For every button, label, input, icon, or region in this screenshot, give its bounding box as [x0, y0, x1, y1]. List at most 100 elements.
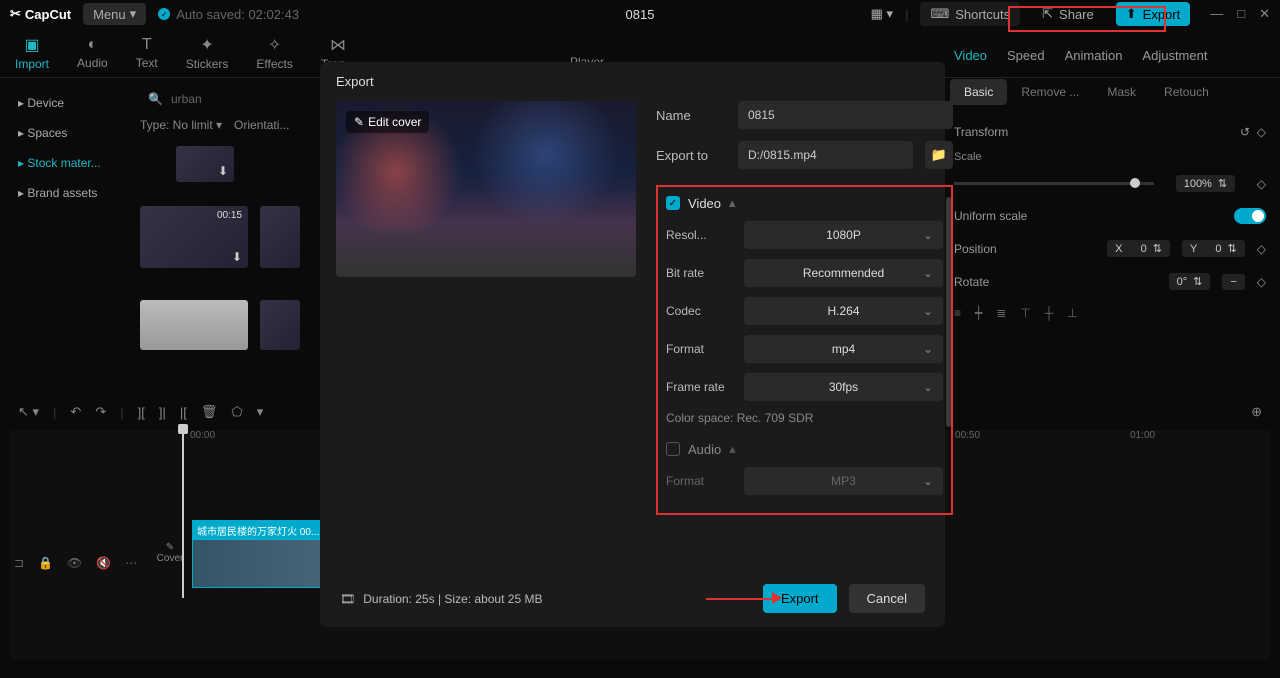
- bitrate-label: Bit rate: [666, 266, 744, 280]
- align-icon[interactable]: ≡: [954, 306, 961, 320]
- tab-stickers[interactable]: ✦Stickers: [186, 35, 229, 71]
- scale-slider[interactable]: [954, 182, 1154, 185]
- rp-sub-basic[interactable]: Basic: [950, 79, 1007, 105]
- layout-icon[interactable]: ▦ ▾: [871, 6, 893, 22]
- export-button-top[interactable]: ⬆ Export: [1116, 2, 1190, 26]
- uniform-scale-toggle[interactable]: [1234, 208, 1266, 224]
- tab-effects[interactable]: ✧Effects: [256, 35, 292, 71]
- thumbnail[interactable]: ⬇: [176, 146, 234, 182]
- folder-button[interactable]: 📁: [925, 141, 953, 169]
- export-dialog: Export ✎ Edit cover Name Export to 📁: [320, 62, 945, 627]
- chevron-up-icon[interactable]: ▴: [729, 441, 736, 457]
- bitrate-select[interactable]: Recommended: [744, 259, 943, 287]
- sidebar-item-spaces[interactable]: ▸ Spaces: [0, 118, 130, 148]
- rp-tab-adjustment[interactable]: Adjustment: [1142, 48, 1207, 63]
- align-icon[interactable]: ⊤: [1020, 306, 1030, 320]
- thumbnail[interactable]: [260, 206, 300, 268]
- rp-tab-animation[interactable]: Animation: [1065, 48, 1123, 63]
- share-button[interactable]: ⇱ Share: [1032, 2, 1104, 26]
- position-y[interactable]: Y 0 ⇅: [1182, 240, 1245, 257]
- align-icon[interactable]: ┿: [975, 306, 982, 320]
- undo-icon[interactable]: ↶: [70, 404, 81, 420]
- scale-label: Scale: [954, 147, 1266, 167]
- more-icon[interactable]: ⋯: [125, 556, 137, 570]
- text-icon: T: [142, 36, 152, 54]
- playhead[interactable]: [182, 428, 184, 598]
- tool-icon[interactable]: ▾: [257, 404, 264, 420]
- rp-tab-speed[interactable]: Speed: [1007, 48, 1045, 63]
- keyframe-icon[interactable]: ◇: [1257, 177, 1266, 191]
- trim-left-icon[interactable]: ]|: [159, 405, 166, 420]
- rp-tab-video[interactable]: Video: [954, 48, 987, 63]
- edit-cover-button[interactable]: ✎ Edit cover: [346, 111, 429, 133]
- lock-icon[interactable]: 🔒: [38, 556, 53, 570]
- properties-panel: Video Speed Animation Adjustment Basic R…: [950, 40, 1270, 340]
- keyframe-icon[interactable]: ◇: [1257, 125, 1266, 139]
- tab-import[interactable]: ▣Import: [15, 35, 49, 71]
- thumbnail[interactable]: [140, 300, 248, 350]
- tab-audio[interactable]: ◐Audio: [77, 36, 108, 70]
- reset-icon[interactable]: ↺: [1240, 125, 1250, 139]
- dialog-footer: 🎞 Duration: 25s | Size: about 25 MB Expo…: [320, 570, 945, 627]
- name-input[interactable]: [738, 101, 953, 129]
- redo-icon[interactable]: ↷: [95, 404, 106, 420]
- thumbnail[interactable]: 00:15 ⬇: [140, 206, 248, 268]
- scale-value[interactable]: 100% ⇅: [1176, 175, 1235, 192]
- rotate-minus[interactable]: −: [1222, 274, 1244, 290]
- minimize-icon[interactable]: —: [1210, 6, 1223, 22]
- settings-icon[interactable]: ⊕: [1251, 404, 1262, 420]
- download-icon[interactable]: ⬇: [232, 250, 242, 264]
- thumbnail[interactable]: [260, 300, 300, 350]
- keyframe-icon[interactable]: ◇: [1257, 275, 1266, 289]
- codec-select[interactable]: H.264: [744, 297, 943, 325]
- audio-icon: ◐: [88, 36, 98, 54]
- top-bar: ✂ CapCut Menu ▾ ✓ Auto saved: 02:02:43 0…: [0, 0, 1280, 28]
- rp-sub-mask[interactable]: Mask: [1093, 79, 1150, 105]
- maximize-icon[interactable]: □: [1237, 6, 1245, 22]
- sidebar-item-brand[interactable]: ▸ Brand assets: [0, 178, 130, 208]
- trim-right-icon[interactable]: |[: [180, 405, 187, 420]
- rp-sub-retouch[interactable]: Retouch: [1150, 79, 1223, 105]
- export-button[interactable]: Export: [763, 584, 837, 613]
- clip-duration: 00:15: [217, 210, 242, 221]
- align-icon[interactable]: ┼: [1045, 306, 1054, 320]
- close-icon[interactable]: ✕: [1259, 6, 1270, 22]
- split-icon[interactable]: ][: [138, 405, 145, 420]
- upload-icon: ⬆: [1126, 6, 1137, 22]
- tab-text[interactable]: TText: [136, 36, 158, 70]
- audio-format-label: Format: [666, 474, 744, 488]
- position-x[interactable]: X 0 ⇅: [1107, 240, 1170, 257]
- video-checkbox[interactable]: ✓: [666, 196, 680, 210]
- track-controls: ⊐ 🔒 👁 🔇 ⋯: [14, 556, 137, 570]
- align-icon[interactable]: ⊥: [1067, 306, 1077, 320]
- download-icon[interactable]: ⬇: [218, 164, 228, 178]
- scrollbar[interactable]: [946, 197, 951, 427]
- audio-checkbox[interactable]: [666, 442, 680, 456]
- align-icon[interactable]: ≣: [996, 306, 1006, 320]
- attach-icon[interactable]: ⊐: [14, 556, 24, 570]
- menu-button[interactable]: Menu ▾: [83, 3, 146, 25]
- rp-sub-remove[interactable]: Remove ...: [1007, 79, 1093, 105]
- filter-type[interactable]: Type: No limit ▾: [140, 118, 222, 132]
- resolution-select[interactable]: 1080P: [744, 221, 943, 249]
- delete-icon[interactable]: 🗑: [201, 404, 218, 420]
- colorspace-info: Color space: Rec. 709 SDR: [666, 411, 943, 425]
- format-select[interactable]: mp4: [744, 335, 943, 363]
- shortcuts-button[interactable]: ⌨ Shortcuts: [920, 2, 1020, 26]
- uniform-scale-label: Uniform scale: [954, 209, 1027, 223]
- rotate-value[interactable]: 0° ⇅: [1169, 273, 1211, 290]
- filter-orientation[interactable]: Orientati...: [234, 118, 289, 132]
- mute-icon[interactable]: 🔇: [96, 556, 111, 570]
- cancel-button[interactable]: Cancel: [849, 584, 925, 613]
- chevron-up-icon[interactable]: ▴: [729, 195, 736, 211]
- marker-icon[interactable]: ⬠: [231, 404, 242, 420]
- sidebar-item-device[interactable]: ▸ Device: [0, 88, 130, 118]
- video-clip[interactable]: 城市居民楼的万家灯火 00...: [192, 520, 330, 588]
- eye-icon[interactable]: 👁: [67, 556, 82, 570]
- framerate-select[interactable]: 30fps: [744, 373, 943, 401]
- pointer-icon[interactable]: ↖ ▾: [18, 404, 39, 420]
- sidebar-item-stock[interactable]: ▸ Stock mater...: [0, 148, 130, 178]
- keyframe-icon[interactable]: ◇: [1257, 242, 1266, 256]
- search-icon: 🔍: [148, 92, 163, 106]
- exportto-input[interactable]: [738, 141, 913, 169]
